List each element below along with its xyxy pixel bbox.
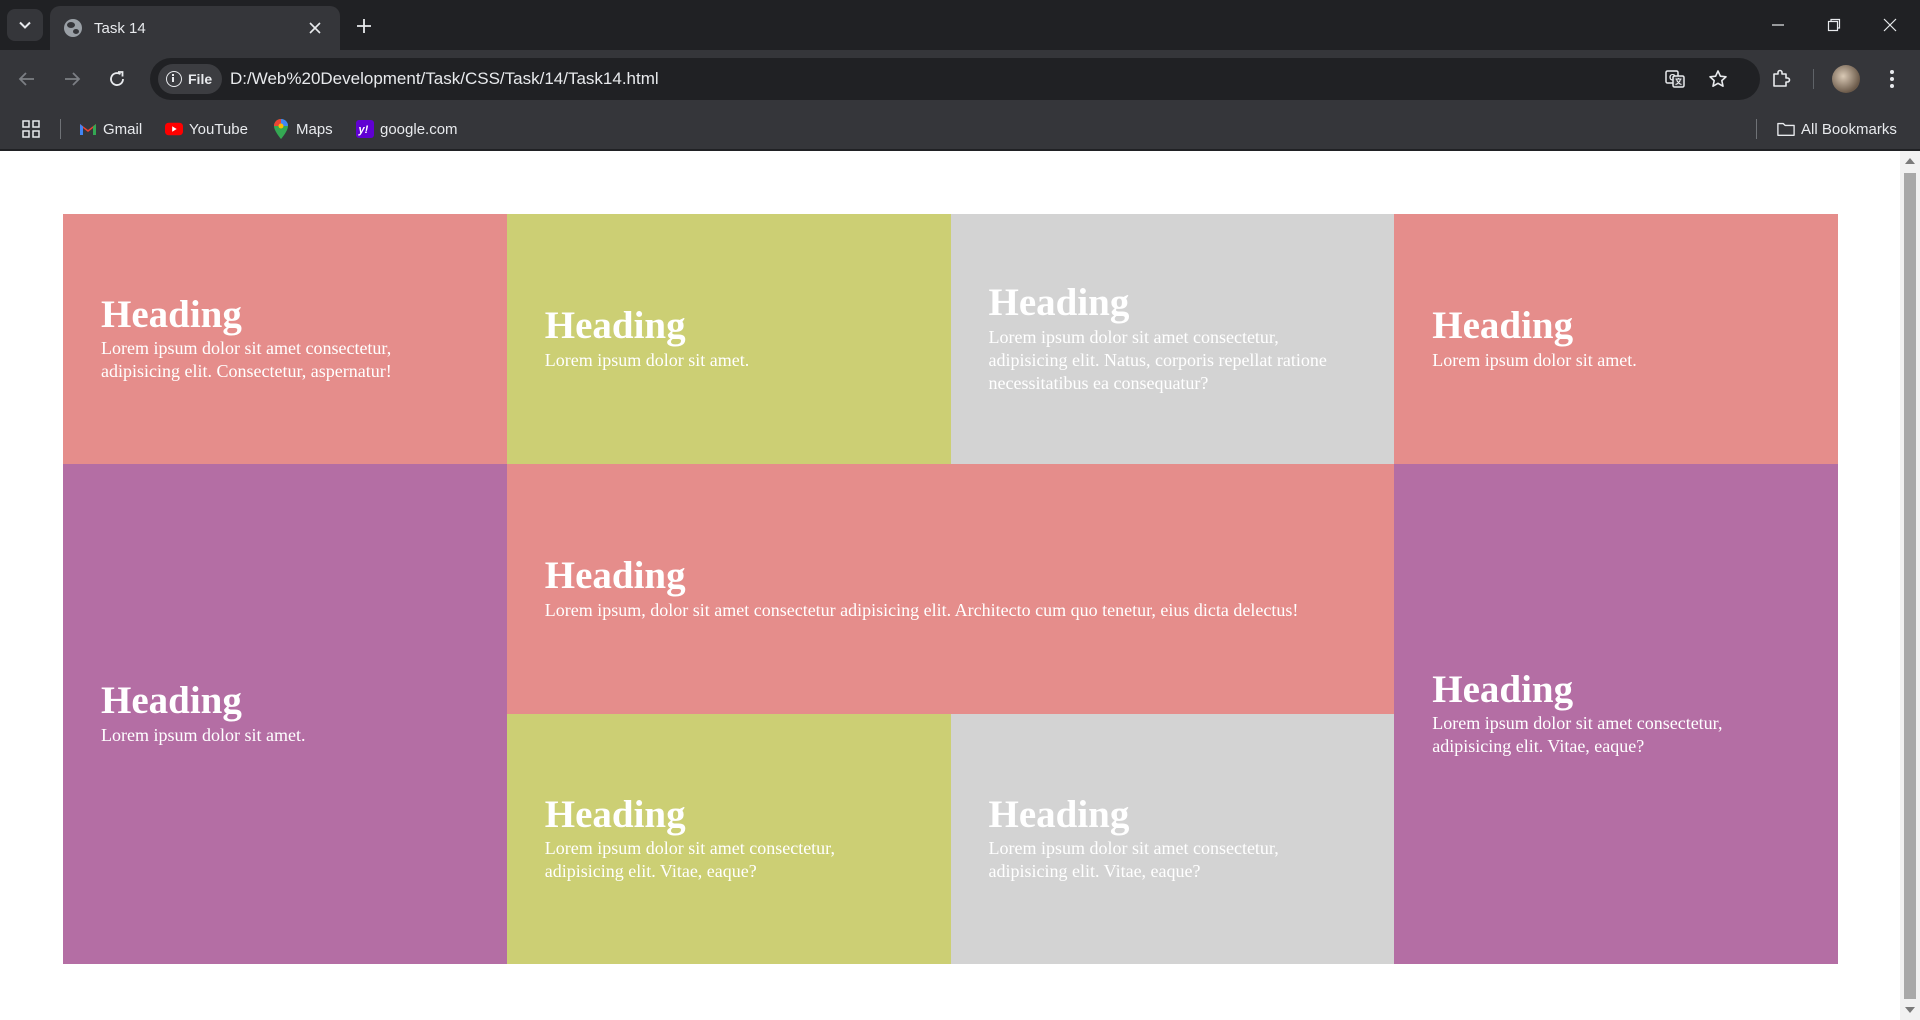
box-text: Lorem ipsum dolor sit amet.: [101, 724, 306, 745]
translate-icon: G: [1665, 70, 1685, 88]
apps-grid-icon: [22, 120, 40, 138]
browser-toolbar: File D:/Web%20Development/Task/CSS/Task/…: [0, 50, 1920, 108]
address-bar[interactable]: File D:/Web%20Development/Task/CSS/Task/…: [150, 58, 1760, 100]
grid-box-8: Heading Lorem ipsum dolor sit amet conse…: [506, 714, 951, 964]
box-heading: Heading: [101, 292, 242, 336]
reload-button[interactable]: [101, 63, 133, 95]
box-heading: Heading: [101, 679, 242, 723]
grid-box-6: Heading Lorem ipsum, dolor sit amet cons…: [506, 464, 1395, 714]
reload-icon: [110, 71, 124, 86]
tab-search-button[interactable]: [7, 9, 43, 41]
bookmark-label: google.com: [380, 120, 458, 138]
folder-icon: [1777, 120, 1795, 138]
maps-icon: [272, 119, 290, 139]
grid-box-9: Heading Lorem ipsum dolor sit amet conse…: [950, 714, 1395, 964]
grid-box-2: Heading Lorem ipsum dolor sit amet.: [506, 214, 951, 464]
extensions-button[interactable]: [1765, 63, 1797, 95]
bookmark-gmail[interactable]: Gmail: [79, 118, 142, 140]
box-text: Lorem ipsum dolor sit amet consectetur, …: [544, 838, 835, 882]
bookmarks-divider: [1756, 119, 1757, 139]
forward-button[interactable]: [56, 63, 88, 95]
plus-icon: [357, 19, 371, 33]
bookmarks-divider: [60, 119, 61, 139]
tab-title: Task 14: [94, 19, 146, 37]
chevron-down-icon: [19, 21, 31, 29]
bookmark-youtube[interactable]: YouTube: [165, 118, 248, 140]
grid-box-5: Heading Lorem ipsum dolor sit amet.: [63, 464, 507, 964]
grid-box-7: Heading Lorem ipsum dolor sit amet conse…: [1394, 464, 1838, 964]
box-text: Lorem ipsum dolor sit amet consectetur, …: [988, 326, 1327, 393]
restore-icon: [1827, 18, 1841, 32]
site-info-chip[interactable]: File: [158, 64, 223, 94]
box-text: Lorem ipsum, dolor sit amet consectetur …: [544, 599, 1299, 620]
box-heading: Heading: [988, 792, 1130, 836]
scroll-up-arrow[interactable]: [1905, 158, 1915, 164]
page-scrollbar[interactable]: [1900, 151, 1920, 1020]
box-text: Lorem ipsum dolor sit amet.: [544, 349, 750, 370]
close-icon: [309, 22, 321, 34]
box-grid: Heading Lorem ipsum dolor sit amet conse…: [63, 214, 1838, 964]
menu-button[interactable]: [1876, 63, 1908, 95]
yahoo-icon: y!: [356, 120, 374, 138]
more-vertical-icon: [1890, 70, 1894, 88]
grid-box-1: Heading Lorem ipsum dolor sit amet conse…: [63, 214, 507, 464]
url-text[interactable]: D:/Web%20Development/Task/CSS/Task/14/Ta…: [230, 69, 659, 89]
box-text: Lorem ipsum dolor sit amet consectetur, …: [101, 338, 392, 382]
youtube-icon: [165, 120, 183, 138]
tab-strip: Task 14: [0, 0, 1920, 50]
info-icon: [166, 71, 182, 87]
puzzle-icon: [1773, 69, 1791, 87]
bookmark-label: Maps: [296, 120, 333, 138]
translate-button[interactable]: G: [1662, 66, 1688, 92]
avatar: [1832, 65, 1860, 93]
box-heading: Heading: [1432, 304, 1574, 348]
globe-icon: [64, 19, 82, 37]
box-heading: Heading: [544, 792, 686, 836]
box-heading: Heading: [988, 281, 1130, 325]
bookmark-google[interactable]: y! google.com: [356, 118, 458, 140]
grid-box-3: Heading Lorem ipsum dolor sit amet conse…: [950, 214, 1395, 464]
restore-button[interactable]: [1806, 0, 1862, 50]
box-text: Lorem ipsum dolor sit amet consectetur, …: [1432, 713, 1723, 757]
scroll-down-arrow[interactable]: [1905, 1007, 1915, 1013]
tab-close-button[interactable]: [304, 17, 326, 39]
bookmark-label: Gmail: [103, 120, 143, 138]
bookmark-star-button[interactable]: [1705, 66, 1731, 92]
bookmarks-bar: Gmail YouTube Maps y! google.com All Boo…: [0, 108, 1920, 150]
arrow-right-icon: [65, 72, 81, 86]
all-bookmarks-label: All Bookmarks: [1801, 120, 1897, 138]
all-bookmarks-button[interactable]: All Bookmarks: [1777, 118, 1897, 140]
bookmark-maps[interactable]: Maps: [272, 118, 333, 140]
browser-tab[interactable]: Task 14: [50, 6, 340, 50]
box-text: Lorem ipsum dolor sit amet consectetur, …: [988, 838, 1279, 882]
arrow-left-icon: [18, 72, 34, 86]
close-icon: [1883, 18, 1897, 32]
site-info-label: File: [188, 71, 213, 87]
close-window-button[interactable]: [1862, 0, 1918, 50]
box-text: Lorem ipsum dolor sit amet.: [1432, 349, 1637, 370]
star-icon: [1709, 70, 1727, 87]
box-heading: Heading: [544, 304, 686, 348]
apps-button[interactable]: [22, 118, 40, 140]
box-heading: Heading: [1432, 667, 1574, 711]
profile-button[interactable]: [1830, 63, 1862, 95]
bookmark-label: YouTube: [189, 120, 248, 138]
svg-text:y!: y!: [358, 124, 369, 136]
minimize-icon: [1772, 24, 1784, 26]
minimize-button[interactable]: [1750, 0, 1806, 50]
back-button[interactable]: [11, 63, 43, 95]
toolbar-divider: [1813, 69, 1814, 89]
scroll-thumb[interactable]: [1904, 173, 1916, 999]
page-viewport: Heading Lorem ipsum dolor sit amet conse…: [0, 151, 1900, 1020]
grid-box-4: Heading Lorem ipsum dolor sit amet.: [1394, 214, 1838, 464]
gmail-icon: [79, 120, 97, 138]
box-heading: Heading: [544, 554, 686, 598]
new-tab-button[interactable]: [350, 12, 378, 40]
